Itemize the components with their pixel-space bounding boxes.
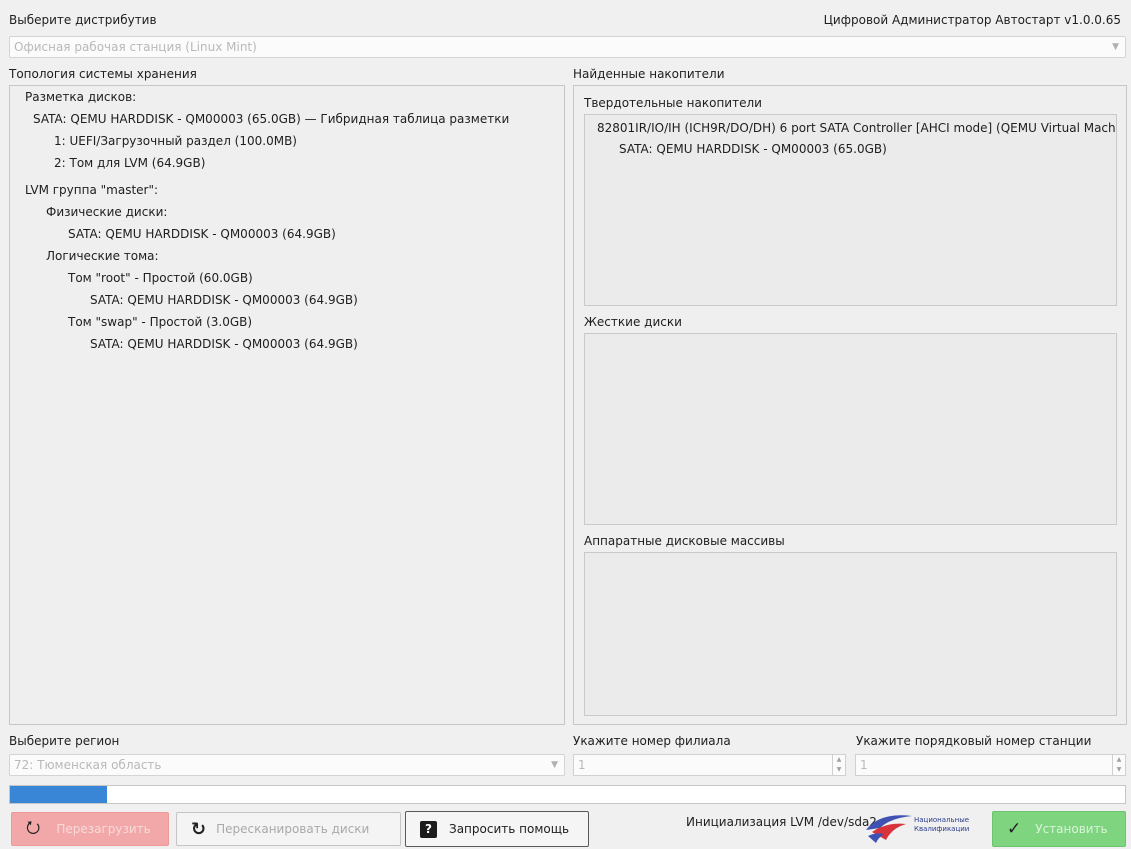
logo-emblem-icon [866, 815, 912, 843]
progress-fill [10, 786, 107, 803]
region-select[interactable]: 72: Тюменская область ▼ [9, 754, 565, 776]
tree-item[interactable]: SATA: QEMU HARDDISK - QM00003 (64.9GB) [90, 293, 358, 307]
tree-item[interactable]: SATA: QEMU HARDDISK - QM00003 (64.9GB) [68, 227, 336, 241]
rescan-label: Пересканировать диски [216, 822, 370, 836]
chevron-down-icon: ▼ [551, 760, 558, 770]
tree-item[interactable]: Логические тома: [46, 249, 159, 263]
distro-select-value: Офисная рабочая станция (Linux Mint) [14, 40, 257, 54]
stepper-up-icon[interactable]: ▲ [833, 755, 845, 765]
status-text: Инициализация LVM /dev/sda2 [686, 815, 877, 829]
raid-title: Аппаратные дисковые массивы [584, 534, 785, 548]
rescan-button[interactable]: ↻ Пересканировать диски [176, 812, 401, 846]
raid-list[interactable] [584, 552, 1117, 716]
tree-item[interactable]: Том "root" - Простой (60.0GB) [68, 271, 253, 285]
tree-item[interactable]: Разметка дисков: [25, 90, 136, 104]
stepper-down-icon[interactable]: ▼ [1113, 765, 1125, 775]
topology-title: Топология системы хранения [9, 67, 197, 81]
install-button[interactable]: ✓ Установить [992, 811, 1126, 847]
tree-item[interactable]: SATA: QEMU HARDDISK - QM00003 (65.0GB) —… [33, 112, 509, 126]
stepper-up-icon[interactable]: ▲ [1113, 755, 1125, 765]
tree-item[interactable]: SATA: QEMU HARDDISK - QM00003 (65.0GB) [619, 142, 887, 156]
tree-item[interactable]: 2: Том для LVM (64.9GB) [54, 156, 205, 170]
ssd-list[interactable]: 82801IR/IO/IH (ICH9R/DO/DH) 6 port SATA … [584, 114, 1117, 306]
tree-item[interactable]: 1: UEFI/Загрузочный раздел (100.0MB) [54, 134, 297, 148]
hdd-list[interactable] [584, 333, 1117, 525]
branch-spinbox[interactable]: 1 ▲ ▼ [573, 754, 846, 776]
app-title: Цифровой Администратор Автостарт v1.0.0.… [823, 13, 1121, 27]
branch-value: 1 [578, 758, 586, 772]
restart-icon: ⭮ [26, 817, 41, 838]
checkmark-icon: ✓ [1007, 819, 1022, 839]
restart-button[interactable]: ⭮ Перезагрузить [11, 812, 169, 846]
hdd-title: Жесткие диски [584, 315, 682, 329]
region-label: Выберите регион [9, 734, 120, 748]
station-label: Укажите порядковый номер станции [856, 734, 1092, 748]
station-value: 1 [860, 758, 868, 772]
ssd-title: Твердотельные накопители [584, 96, 762, 110]
logo: Национальные Квалификации [862, 810, 992, 846]
tree-item[interactable]: Том "swap" - Простой (3.0GB) [68, 315, 252, 329]
progress-bar [9, 785, 1126, 804]
region-select-value: 72: Тюменская область [14, 758, 162, 772]
distro-select[interactable]: Офисная рабочая станция (Linux Mint) ▼ [9, 36, 1126, 58]
install-label: Установить [1035, 822, 1108, 836]
restart-label: Перезагрузить [56, 822, 151, 836]
drives-title: Найденные накопители [573, 67, 725, 81]
drives-group: Твердотельные накопители 82801IR/IO/IH (… [573, 85, 1127, 725]
help-button[interactable]: ? Запросить помощь [405, 811, 589, 847]
tree-item[interactable]: Физические диски: [46, 205, 167, 219]
tree-item[interactable]: LVM группа "master": [25, 183, 158, 197]
logo-text-line1: Национальные [914, 816, 970, 824]
tree-item[interactable]: SATA: QEMU HARDDISK - QM00003 (64.9GB) [90, 337, 358, 351]
stepper-down-icon[interactable]: ▼ [833, 765, 845, 775]
tree-item[interactable]: 82801IR/IO/IH (ICH9R/DO/DH) 6 port SATA … [597, 121, 1116, 135]
help-icon: ? [420, 820, 437, 838]
distro-label: Выберите дистрибутив [9, 13, 157, 27]
station-spinbox[interactable]: 1 ▲ ▼ [855, 754, 1126, 776]
refresh-icon: ↻ [191, 818, 207, 840]
logo-text-line2: Квалификации [914, 825, 970, 833]
branch-label: Укажите номер филиала [573, 734, 731, 748]
help-label: Запросить помощь [449, 822, 570, 836]
chevron-down-icon: ▼ [1112, 42, 1119, 52]
topology-tree[interactable]: Разметка дисков: SATA: QEMU HARDDISK - Q… [9, 85, 565, 725]
